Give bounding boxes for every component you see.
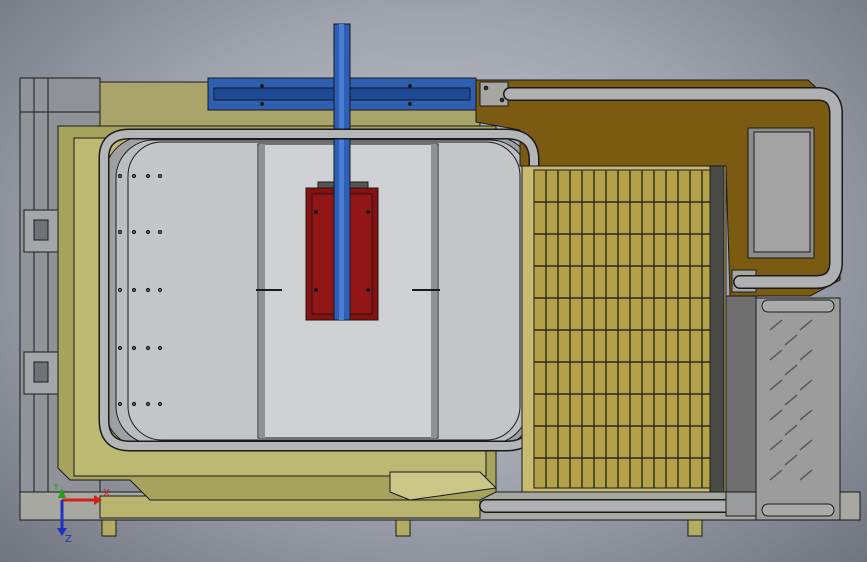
foot-2	[395, 519, 411, 537]
foot-3	[687, 519, 703, 537]
x-axis-label: X	[103, 488, 110, 499]
y-axis-label: Y	[52, 484, 60, 493]
filter-grate[interactable]	[521, 165, 727, 493]
control-box[interactable]	[747, 127, 815, 259]
vertical-mast[interactable]	[333, 23, 351, 321]
cad-viewport[interactable]	[0, 0, 867, 562]
y-axis-arrow	[58, 488, 66, 498]
floor-plate[interactable]	[725, 295, 841, 521]
coordinate-triad: X Y Z	[52, 484, 110, 544]
z-axis-label: Z	[65, 534, 72, 544]
